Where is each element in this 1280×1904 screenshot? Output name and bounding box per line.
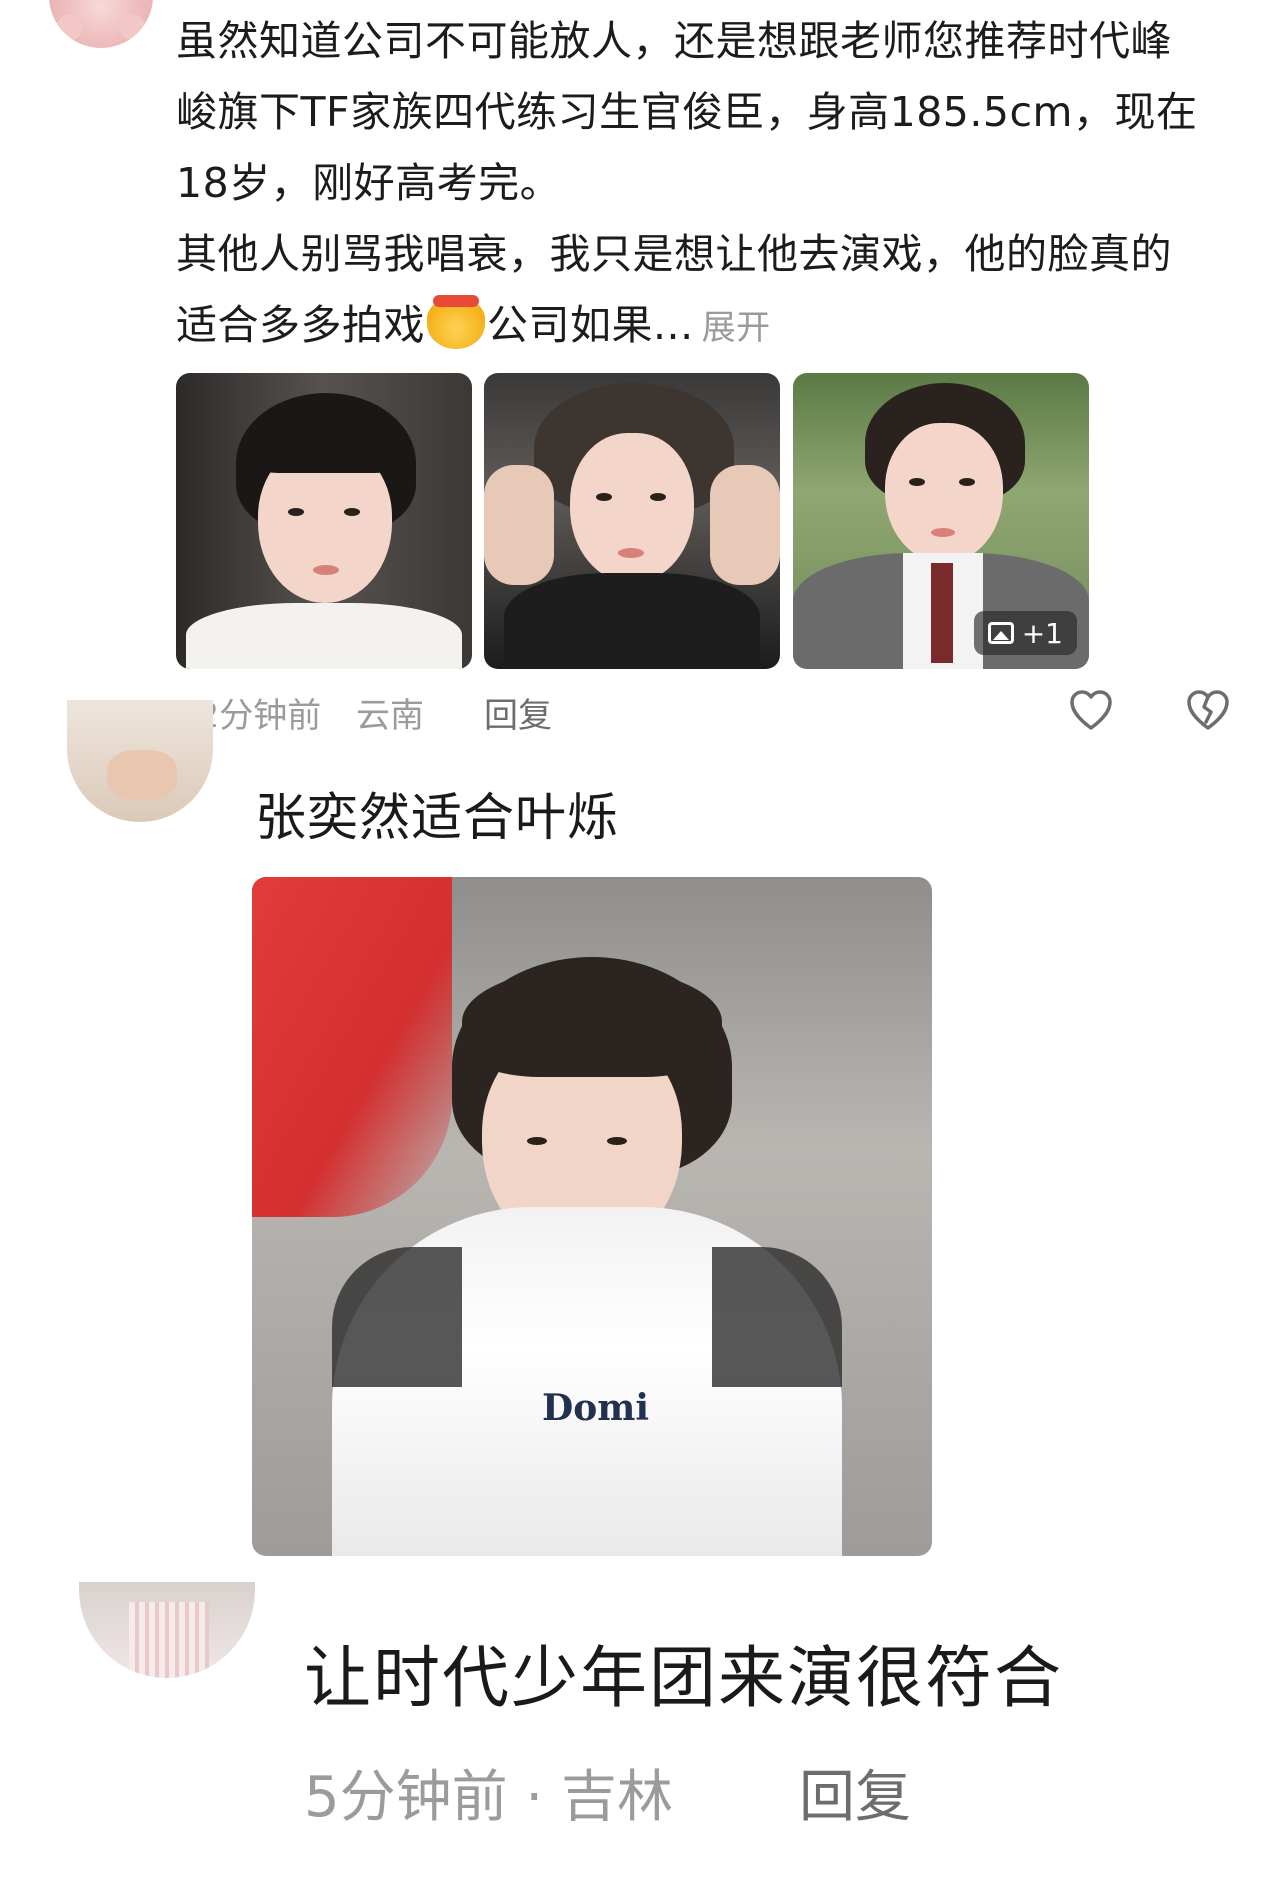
comment-text: 张奕然适合叶烁 — [255, 789, 620, 848]
reply-button[interactable]: 回复 — [799, 1752, 911, 1833]
lips — [618, 548, 644, 558]
background-figure — [252, 877, 452, 1217]
hair-fringe — [246, 403, 406, 473]
comment-line: 18岁，刚好高考完。 — [176, 159, 562, 207]
eye — [527, 1137, 547, 1145]
sweater-shape — [504, 573, 760, 669]
jersey-text: Domi — [542, 1387, 649, 1429]
image-icon — [987, 622, 1014, 644]
eye — [596, 493, 612, 501]
pray-emoji-icon — [427, 295, 485, 349]
heart-icon[interactable] — [1068, 688, 1114, 734]
comment-text: 让时代少年团来演很符合 — [304, 1639, 1063, 1717]
eye — [344, 508, 360, 516]
avatar-ear — [119, 14, 145, 40]
avatar[interactable] — [79, 1582, 255, 1678]
face-shape — [885, 423, 1003, 563]
hand-shape — [710, 465, 780, 585]
comment-photo[interactable] — [484, 373, 780, 669]
jersey-sleeve — [712, 1247, 842, 1387]
comment-photo[interactable]: +1 — [793, 373, 1089, 669]
more-images-badge[interactable]: +1 — [973, 611, 1077, 655]
comment-photo[interactable] — [176, 373, 472, 669]
comment-location: 云南 — [356, 696, 424, 736]
eye — [959, 478, 975, 486]
eye — [650, 493, 666, 501]
avatar-shirt — [129, 1602, 209, 1678]
broken-heart-icon[interactable] — [1185, 688, 1231, 734]
tie-shape — [931, 563, 953, 663]
comment-line: 适合多多拍戏 公司如果... 展开 — [176, 290, 1212, 364]
more-images-count: +1 — [1021, 616, 1063, 650]
lips — [931, 528, 955, 537]
comment-line: 峻旗下TF家族四代练习生官俊臣，身高185.5cm，现在 — [176, 88, 1198, 136]
eye — [288, 508, 304, 516]
comment-text: 虽然知道公司不可能放人，还是想跟老师您推荐时代峰 峻旗下TF家族四代练习生官俊臣… — [176, 6, 1212, 364]
reply-button[interactable]: 回复 — [484, 688, 552, 737]
comment-line: 虽然知道公司不可能放人，还是想跟老师您推荐时代峰 — [176, 17, 1172, 65]
jersey-sleeve — [332, 1247, 462, 1387]
eye — [607, 1137, 627, 1145]
face-shape — [570, 433, 694, 583]
hoodie-shape — [186, 603, 462, 669]
comment-meta: 5分钟前 · 吉林 — [304, 1765, 674, 1830]
avatar[interactable] — [67, 700, 213, 822]
lips — [313, 565, 339, 575]
comment-photo[interactable]: Domi — [252, 877, 932, 1556]
hand-shape — [484, 465, 554, 585]
avatar-hand — [107, 750, 177, 800]
avatar[interactable] — [49, 0, 153, 48]
hair-fringe — [462, 967, 722, 1077]
comment-line: 其他人别骂我唱衰，我只是想让他去演戏，他的脸真的 — [176, 230, 1172, 278]
comment-line-part: 适合多多拍戏 — [176, 301, 425, 349]
eye — [909, 478, 925, 486]
expand-link[interactable]: 展开 — [702, 308, 771, 348]
avatar-ear — [57, 14, 83, 40]
comment-line-part: 公司如果... — [487, 301, 694, 349]
